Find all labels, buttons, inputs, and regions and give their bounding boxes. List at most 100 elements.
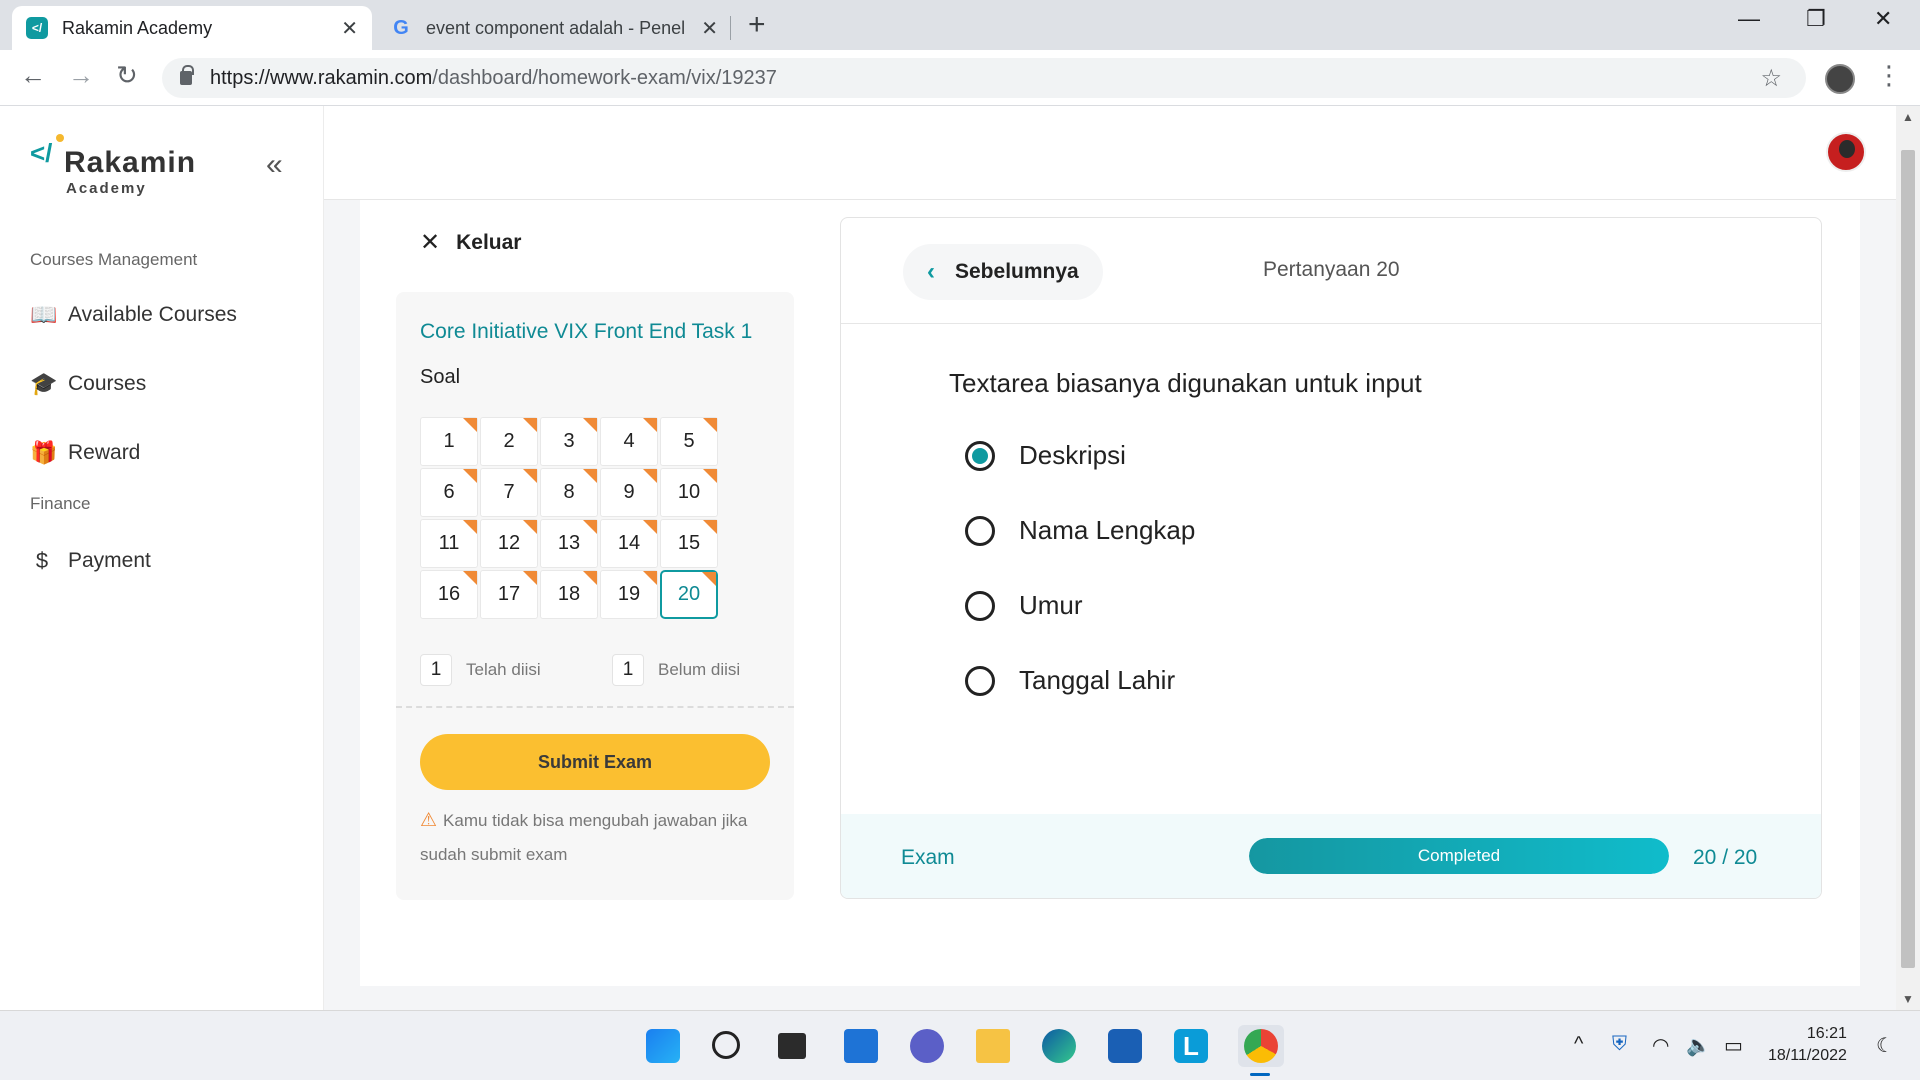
question-number-button[interactable]: 1 bbox=[420, 417, 478, 466]
question-number-button[interactable]: 10 bbox=[660, 468, 718, 517]
reload-icon[interactable]: ↻ bbox=[116, 60, 138, 91]
new-tab-icon[interactable]: + bbox=[748, 8, 766, 42]
chevron-left-icon: ‹ bbox=[927, 258, 935, 285]
windows-start-icon[interactable] bbox=[646, 1029, 680, 1063]
question-number-button[interactable]: 4 bbox=[600, 417, 658, 466]
question-card: ‹ Sebelumnya Pertanyaan 20 Textarea bias… bbox=[840, 217, 1822, 899]
sidebar-item-reward[interactable]: 🎁 Reward bbox=[30, 440, 140, 466]
question-number-button[interactable]: 20 bbox=[660, 570, 718, 619]
question-number-button[interactable]: 9 bbox=[600, 468, 658, 517]
active-indicator bbox=[1250, 1073, 1270, 1076]
sidebar-item-label: Available Courses bbox=[68, 303, 237, 326]
unanswered-count: 1 bbox=[612, 654, 644, 686]
graduation-cap-icon: 🎓 bbox=[30, 371, 58, 396]
scrollbar-thumb[interactable] bbox=[1901, 150, 1915, 968]
chrome-icon[interactable] bbox=[1244, 1029, 1278, 1063]
app-l-icon[interactable]: L bbox=[1174, 1029, 1208, 1063]
close-window-icon[interactable]: ✕ bbox=[1874, 6, 1892, 32]
question-number-button[interactable]: 3 bbox=[540, 417, 598, 466]
wifi-icon[interactable]: ◠ bbox=[1652, 1033, 1669, 1058]
system-clock[interactable]: 16:21 18/11/2022 bbox=[1768, 1023, 1847, 1067]
battery-icon[interactable]: ▭ bbox=[1724, 1033, 1743, 1058]
back-icon[interactable]: ← bbox=[20, 60, 46, 91]
question-number-button[interactable]: 11 bbox=[420, 519, 478, 568]
question-number-button[interactable]: 7 bbox=[480, 468, 538, 517]
minimize-icon[interactable]: — bbox=[1738, 6, 1760, 32]
forward-icon[interactable]: → bbox=[68, 60, 94, 91]
radio[interactable] bbox=[965, 665, 995, 696]
taskbar: L ^ ⛨ ◠ 🔈 ▭ 16:21 18/11/2022 ☾ bbox=[0, 1010, 1920, 1080]
sidebar-item-courses[interactable]: 🎓 Courses bbox=[30, 371, 146, 397]
question-number-button[interactable]: 12 bbox=[480, 519, 538, 568]
sidebar-item-label: Reward bbox=[68, 441, 141, 464]
option-3[interactable]: Umur bbox=[965, 590, 1083, 621]
user-avatar[interactable] bbox=[1826, 132, 1866, 172]
logo-mark-icon: </ bbox=[30, 138, 53, 168]
previous-question-button[interactable]: ‹ Sebelumnya bbox=[903, 244, 1103, 300]
question-number-button[interactable]: 5 bbox=[660, 417, 718, 466]
security-shield-icon[interactable]: ⛨ bbox=[1612, 1033, 1627, 1056]
option-4[interactable]: Tanggal Lahir bbox=[965, 665, 1175, 696]
question-number-button[interactable]: 18 bbox=[540, 570, 598, 619]
option-1[interactable]: Deskripsi bbox=[965, 440, 1126, 471]
question-number-button[interactable]: 16 bbox=[420, 570, 478, 619]
question-number-button[interactable]: 15 bbox=[660, 519, 718, 568]
close-icon: ✕ bbox=[420, 229, 441, 256]
edge-icon[interactable] bbox=[1042, 1029, 1076, 1063]
collapse-sidebar-icon[interactable]: « bbox=[266, 148, 283, 182]
question-number-button[interactable]: 8 bbox=[540, 468, 598, 517]
tab-rakamin[interactable]: </ Rakamin Academy ✕ bbox=[12, 6, 372, 50]
question-number-button[interactable]: 14 bbox=[600, 519, 658, 568]
question-number-button[interactable]: 13 bbox=[540, 519, 598, 568]
book-icon: 📖 bbox=[30, 302, 58, 327]
rakamin-favicon-icon: </ bbox=[26, 17, 48, 39]
tab-title: event component adalah - Penel bbox=[426, 17, 686, 38]
file-explorer-icon[interactable] bbox=[976, 1029, 1010, 1063]
legend-answered: 1 Telah diisi bbox=[420, 654, 541, 686]
close-tab-icon[interactable]: ✕ bbox=[341, 16, 358, 41]
close-tab-icon[interactable]: ✕ bbox=[701, 16, 718, 41]
store-icon[interactable] bbox=[1108, 1029, 1142, 1063]
tray-chevron-up-icon[interactable]: ^ bbox=[1574, 1033, 1583, 1056]
teams-chat-icon[interactable] bbox=[910, 1029, 944, 1063]
task-view-icon[interactable] bbox=[778, 1033, 806, 1059]
question-number-button[interactable]: 6 bbox=[420, 468, 478, 517]
sidebar-item-label: Courses bbox=[68, 372, 147, 395]
section-finance: Finance bbox=[30, 494, 91, 513]
sidebar-item-payment[interactable]: $ Payment bbox=[30, 548, 151, 574]
restore-icon[interactable]: ❐ bbox=[1806, 6, 1826, 32]
widgets-icon[interactable] bbox=[844, 1029, 878, 1063]
scroll-down-icon[interactable]: ▼ bbox=[1902, 992, 1914, 1006]
progress-bar: Completed bbox=[1249, 838, 1669, 874]
page-scrollbar[interactable]: ▲ ▼ bbox=[1896, 106, 1920, 1010]
option-label: Deskripsi bbox=[1019, 440, 1126, 470]
exam-progress-footer: Exam Completed 20 / 20 bbox=[841, 814, 1821, 898]
radio[interactable] bbox=[965, 590, 995, 621]
sidebar: </ Rakamin Academy « Courses Management … bbox=[0, 106, 324, 1010]
tab-google-search[interactable]: G event component adalah - Penel ✕ bbox=[376, 6, 732, 50]
option-label: Tanggal Lahir bbox=[1019, 665, 1176, 695]
warning-text: Kamu tidak bisa mengubah jawaban jika su… bbox=[420, 811, 748, 864]
question-number-button[interactable]: 2 bbox=[480, 417, 538, 466]
url-input[interactable]: https://www.rakamin.com/dashboard/homewo… bbox=[162, 58, 1806, 98]
progress-label: Completed bbox=[1417, 846, 1501, 865]
submit-exam-button[interactable]: Submit Exam bbox=[420, 734, 770, 790]
bookmark-star-icon[interactable]: ☆ bbox=[1760, 64, 1782, 93]
radio[interactable] bbox=[965, 515, 995, 546]
exit-button[interactable]: ✕ Keluar bbox=[420, 228, 521, 257]
question-number-button[interactable]: 19 bbox=[600, 570, 658, 619]
logo-sub: Academy bbox=[66, 180, 147, 197]
dollar-icon: $ bbox=[35, 548, 49, 573]
notification-moon-icon[interactable]: ☾ bbox=[1876, 1033, 1894, 1058]
radio-selected[interactable] bbox=[965, 440, 995, 471]
browser-menu-icon[interactable]: ⋮ bbox=[1876, 60, 1902, 91]
question-number-button[interactable]: 17 bbox=[480, 570, 538, 619]
browser-profile-avatar[interactable] bbox=[1825, 64, 1855, 94]
exam-label: Exam bbox=[901, 846, 955, 869]
search-icon[interactable] bbox=[712, 1031, 740, 1059]
sidebar-item-available-courses[interactable]: 📖 Available Courses bbox=[30, 302, 237, 328]
option-2[interactable]: Nama Lengkap bbox=[965, 515, 1195, 546]
url-path: /dashboard/homework-exam/vix/19237 bbox=[432, 66, 777, 89]
scroll-up-icon[interactable]: ▲ bbox=[1902, 110, 1914, 124]
volume-icon[interactable]: 🔈 bbox=[1686, 1033, 1711, 1058]
